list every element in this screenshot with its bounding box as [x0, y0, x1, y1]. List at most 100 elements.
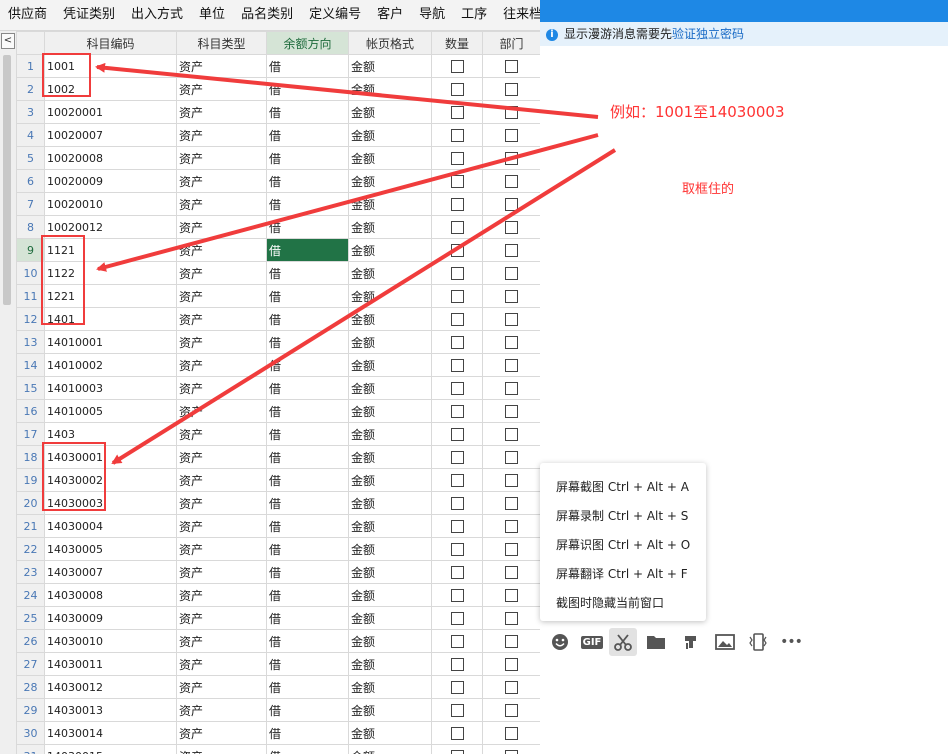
music-note-icon[interactable]	[676, 628, 704, 656]
image-icon[interactable]	[711, 628, 739, 656]
quantity-checkbox-cell[interactable]	[431, 606, 483, 630]
more-icon[interactable]: •••	[777, 628, 805, 656]
balance-direction-cell[interactable]: 借	[266, 468, 349, 492]
quantity-checkbox[interactable]	[450, 704, 464, 717]
quantity-checkbox[interactable]	[450, 566, 464, 579]
menu-item[interactable]: 凭证类别	[55, 0, 123, 30]
page-format-cell[interactable]: 金额	[348, 560, 432, 584]
quantity-checkbox[interactable]	[450, 612, 464, 625]
page-format-cell[interactable]: 金额	[348, 629, 432, 653]
column-header[interactable]: 科目编码	[44, 31, 177, 55]
verify-password-link[interactable]: 验证独立密码	[672, 27, 744, 41]
balance-direction-cell[interactable]: 借	[266, 675, 349, 699]
account-code-cell[interactable]: 10020007	[44, 123, 177, 147]
page-format-cell[interactable]: 金额	[348, 100, 432, 124]
quantity-checkbox-cell[interactable]	[431, 675, 483, 699]
row-number[interactable]: 21	[16, 514, 45, 538]
quantity-checkbox-cell[interactable]	[431, 422, 483, 446]
department-checkbox[interactable]	[505, 635, 518, 648]
account-type-cell[interactable]: 资产	[176, 238, 267, 262]
account-code-cell[interactable]: 14010002	[44, 353, 177, 377]
balance-direction-cell[interactable]: 借	[266, 652, 349, 676]
account-type-cell[interactable]: 资产	[176, 330, 267, 354]
account-type-cell[interactable]: 资产	[176, 169, 267, 193]
account-code-cell[interactable]: 14030003	[44, 491, 177, 515]
quantity-checkbox-cell[interactable]	[431, 284, 483, 308]
account-type-cell[interactable]: 资产	[176, 307, 267, 331]
balance-direction-cell[interactable]: 借	[266, 537, 349, 561]
emoji-icon[interactable]	[546, 628, 574, 656]
row-number[interactable]: 10	[16, 261, 45, 285]
department-checkbox[interactable]	[505, 704, 518, 717]
row-number[interactable]: 3	[16, 100, 45, 124]
menu-item-screen-capture[interactable]: 屏幕截图 Ctrl + Alt + A	[556, 478, 689, 495]
account-type-cell[interactable]: 资产	[176, 537, 267, 561]
account-type-cell[interactable]: 资产	[176, 744, 267, 754]
row-number[interactable]: 1	[16, 54, 45, 78]
balance-direction-cell[interactable]: 借	[266, 514, 349, 538]
row-number[interactable]: 14	[16, 353, 45, 377]
department-checkbox-cell[interactable]	[482, 238, 540, 262]
account-code-cell[interactable]: 14030011	[44, 652, 177, 676]
department-checkbox[interactable]	[505, 474, 518, 487]
quantity-checkbox[interactable]	[450, 83, 464, 96]
menu-item[interactable]: 往来档案	[495, 0, 540, 30]
account-type-cell[interactable]: 资产	[176, 583, 267, 607]
table-row[interactable]: 26 14030010 资产借金额	[16, 629, 540, 653]
balance-direction-cell[interactable]: 借	[266, 307, 349, 331]
table-row[interactable]: 25 14030009 资产借金额	[16, 606, 540, 630]
quantity-checkbox[interactable]	[450, 658, 464, 671]
quantity-checkbox-cell[interactable]	[431, 169, 483, 193]
row-number[interactable]: 20	[16, 491, 45, 515]
menu-item[interactable]: 单位	[191, 0, 233, 30]
row-number[interactable]: 12	[16, 307, 45, 331]
balance-direction-cell[interactable]: 借	[266, 606, 349, 630]
account-type-cell[interactable]: 资产	[176, 652, 267, 676]
department-checkbox-cell[interactable]	[482, 54, 540, 78]
page-format-cell[interactable]: 金额	[348, 238, 432, 262]
page-format-cell[interactable]: 金额	[348, 330, 432, 354]
department-checkbox-cell[interactable]	[482, 468, 540, 492]
page-format-cell[interactable]: 金额	[348, 146, 432, 170]
menu-item-screen-ocr[interactable]: 屏幕识图 Ctrl + Alt + O	[556, 536, 690, 553]
table-row[interactable]: 4 10020007 资产借金额	[16, 123, 540, 147]
row-number[interactable]: 15	[16, 376, 45, 400]
balance-direction-cell[interactable]: 借	[266, 238, 349, 262]
account-code-cell[interactable]: 14010005	[44, 399, 177, 423]
table-row[interactable]: 20 14030003 资产借金额	[16, 491, 540, 515]
menu-item-hide-window[interactable]: 截图时隐藏当前窗口	[556, 594, 664, 611]
department-checkbox[interactable]	[505, 382, 518, 395]
account-code-cell[interactable]: 1221	[44, 284, 177, 308]
row-number[interactable]: 24	[16, 583, 45, 607]
quantity-checkbox-cell[interactable]	[431, 353, 483, 377]
quantity-checkbox[interactable]	[450, 290, 464, 303]
quantity-checkbox[interactable]	[450, 520, 464, 533]
account-type-cell[interactable]: 资产	[176, 445, 267, 469]
page-format-cell[interactable]: 金额	[348, 261, 432, 285]
department-checkbox[interactable]	[505, 543, 518, 556]
row-number[interactable]: 9	[16, 238, 45, 262]
vertical-scrollbar[interactable]	[3, 55, 11, 305]
department-checkbox[interactable]	[505, 106, 518, 119]
page-format-cell[interactable]: 金额	[348, 215, 432, 239]
account-type-cell[interactable]: 资产	[176, 721, 267, 745]
account-code-cell[interactable]: 1403	[44, 422, 177, 446]
collapse-arrow-icon[interactable]: <	[1, 33, 15, 49]
menu-item-screen-record[interactable]: 屏幕录制 Ctrl + Alt + S	[556, 507, 688, 524]
quantity-checkbox-cell[interactable]	[431, 77, 483, 101]
table-row[interactable]: 5 10020008 资产借金额	[16, 146, 540, 170]
row-number[interactable]: 22	[16, 537, 45, 561]
balance-direction-cell[interactable]: 借	[266, 698, 349, 722]
row-number[interactable]: 29	[16, 698, 45, 722]
quantity-checkbox-cell[interactable]	[431, 215, 483, 239]
balance-direction-cell[interactable]: 借	[266, 376, 349, 400]
quantity-checkbox[interactable]	[450, 60, 464, 73]
quantity-checkbox-cell[interactable]	[431, 192, 483, 216]
department-checkbox-cell[interactable]	[482, 445, 540, 469]
account-type-cell[interactable]: 资产	[176, 146, 267, 170]
table-row[interactable]: 19 14030002 资产借金额	[16, 468, 540, 492]
department-checkbox[interactable]	[505, 60, 518, 73]
menu-item[interactable]: 工序	[453, 0, 495, 30]
row-number[interactable]: 11	[16, 284, 45, 308]
account-code-cell[interactable]: 1121	[44, 238, 177, 262]
